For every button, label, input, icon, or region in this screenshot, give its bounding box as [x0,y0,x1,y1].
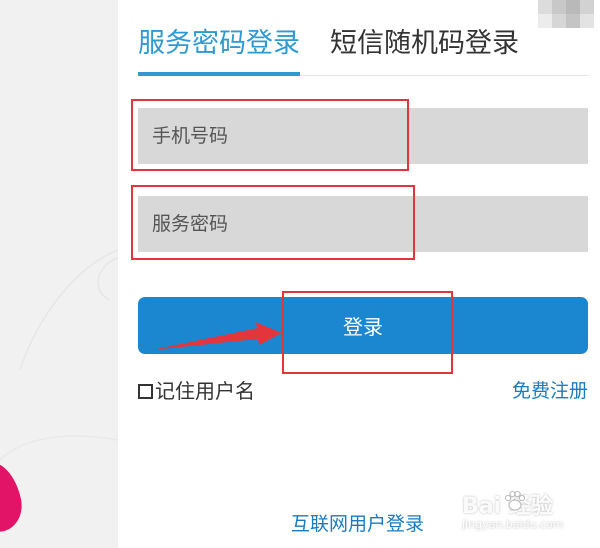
tab-sms-code[interactable]: 短信随机码登录 [330,24,519,64]
login-page: 服务密码登录 短信随机码登录 登录 记住用户名 免费注册 互联网用户登录 Bai… [0,0,600,548]
service-password-input[interactable] [138,196,588,252]
active-tab-indicator [138,72,300,76]
internet-user-login-link[interactable]: 互联网用户登录 [291,511,424,537]
free-register-link[interactable]: 免费注册 [512,378,588,404]
pixelated-corner [538,0,600,34]
remember-checkbox[interactable] [138,383,153,399]
remember-label: 记住用户名 [155,379,255,403]
login-button[interactable] [138,297,588,354]
login-card [118,0,600,548]
phone-number-input[interactable] [138,108,588,164]
remember-username[interactable]: 记住用户名 [138,378,255,404]
tab-service-password[interactable]: 服务密码登录 [138,24,300,64]
